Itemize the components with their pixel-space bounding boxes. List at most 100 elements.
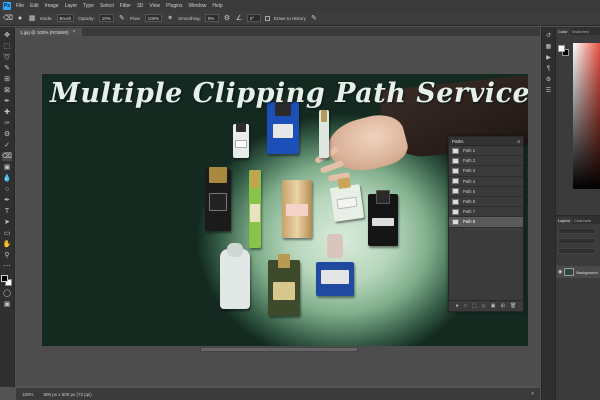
menu-help[interactable]: Help bbox=[212, 3, 222, 9]
pen-tool-icon[interactable]: ✒ bbox=[2, 196, 12, 205]
adjustments-icon[interactable]: ⚙ bbox=[546, 77, 551, 84]
menu-type[interactable]: Type bbox=[83, 3, 94, 9]
zoom-tool-icon[interactable]: ⚲ bbox=[2, 251, 12, 260]
foreground-color-swatch[interactable] bbox=[1, 275, 8, 282]
mode-select[interactable]: Brush bbox=[56, 14, 75, 22]
path-label: Path 7 bbox=[463, 209, 476, 215]
tab-layers[interactable]: Layers bbox=[556, 217, 573, 224]
add-mask-icon[interactable]: ▣ bbox=[491, 303, 496, 309]
menu-layer[interactable]: Layer bbox=[65, 3, 78, 9]
quick-mask-icon[interactable]: ◯ bbox=[2, 289, 12, 298]
brush-preset-icon[interactable]: ● bbox=[16, 14, 24, 22]
mode-label: Mode: bbox=[40, 15, 53, 21]
close-icon[interactable]: × bbox=[73, 29, 76, 35]
clone-stamp-tool-icon[interactable]: ⚙ bbox=[2, 130, 12, 139]
paragraph-icon[interactable]: ¶ bbox=[547, 66, 550, 73]
color-panel-swatches[interactable] bbox=[558, 45, 570, 57]
erase-history-checkbox[interactable] bbox=[264, 15, 270, 21]
path-item[interactable]: Path 1 bbox=[449, 146, 523, 157]
visibility-eye-icon[interactable]: ◉ bbox=[558, 269, 562, 275]
healing-brush-tool-icon[interactable]: ✚ bbox=[2, 108, 12, 117]
path-item[interactable]: Path 6 bbox=[449, 197, 523, 208]
stroke-path-icon[interactable]: ○ bbox=[464, 303, 467, 309]
screen-mode-icon[interactable]: ▣ bbox=[2, 300, 12, 309]
foreground-color-swatch[interactable] bbox=[558, 45, 565, 52]
crop-tool-icon[interactable]: ⊞ bbox=[2, 75, 12, 84]
path-item[interactable]: Path 3 bbox=[449, 166, 523, 177]
menu-image[interactable]: Image bbox=[45, 3, 59, 9]
quick-select-tool-icon[interactable]: ✎ bbox=[2, 64, 12, 73]
rectangle-tool-icon[interactable]: ▭ bbox=[2, 229, 12, 238]
hand-tool-icon[interactable]: ✋ bbox=[2, 240, 12, 249]
blend-mode-select[interactable] bbox=[558, 238, 596, 244]
path-item-selected[interactable]: Path 8 bbox=[449, 217, 523, 228]
history-brush-tool-icon[interactable]: ✓ bbox=[2, 141, 12, 150]
path-selection-tool-icon[interactable]: ➤ bbox=[2, 218, 12, 227]
menu-filter[interactable]: Filter bbox=[120, 3, 131, 9]
horizontal-scrollbar[interactable] bbox=[200, 347, 358, 352]
perfume-bottle bbox=[368, 190, 398, 246]
play-icon[interactable]: ▶ bbox=[546, 55, 551, 62]
airbrush-icon[interactable]: ✶ bbox=[166, 14, 174, 22]
menu-edit[interactable]: Edit bbox=[30, 3, 39, 9]
flow-field[interactable]: 100% bbox=[144, 14, 163, 22]
photoshop-logo-icon: Ps bbox=[3, 1, 11, 10]
fill-path-icon[interactable]: ● bbox=[456, 303, 459, 309]
eyedropper-tool-icon[interactable]: ✒ bbox=[2, 97, 12, 106]
status-arrow-icon[interactable]: > bbox=[531, 391, 534, 397]
history-icon[interactable]: ↺ bbox=[546, 33, 551, 40]
menu-file[interactable]: File bbox=[16, 3, 24, 9]
path-item[interactable]: Path 5 bbox=[449, 187, 523, 197]
path-item[interactable]: Path 7 bbox=[449, 207, 523, 218]
eraser-tool-icon[interactable]: ⌫ bbox=[2, 152, 12, 161]
dodge-tool-icon[interactable]: ○ bbox=[2, 185, 12, 194]
pressure-size-icon[interactable]: ✎ bbox=[310, 14, 318, 22]
eraser-tool-icon[interactable]: ⌫ bbox=[3, 14, 13, 22]
zoom-level[interactable]: 100% bbox=[22, 392, 34, 397]
properties-icon[interactable]: ☰ bbox=[546, 88, 551, 95]
new-path-icon[interactable]: ⊞ bbox=[501, 303, 505, 309]
smoothing-field[interactable]: 0% bbox=[204, 14, 219, 22]
gradient-tool-icon[interactable]: ▣ bbox=[2, 163, 12, 172]
type-tool-icon[interactable]: T bbox=[2, 207, 12, 216]
make-work-path-icon[interactable]: ◇ bbox=[482, 303, 486, 309]
menu-window[interactable]: Window bbox=[189, 3, 207, 9]
menu-view[interactable]: View bbox=[149, 3, 160, 9]
opacity-field[interactable]: 10% bbox=[98, 14, 114, 22]
frame-tool-icon[interactable]: ⊠ bbox=[2, 86, 12, 95]
pressure-opacity-icon[interactable]: ✎ bbox=[118, 14, 126, 22]
path-item[interactable]: Path 2 bbox=[449, 156, 523, 167]
marquee-tool-icon[interactable]: ⬚ bbox=[2, 42, 12, 51]
more-tools-icon[interactable]: ⋯ bbox=[2, 262, 12, 271]
move-tool-icon[interactable]: ✥ bbox=[2, 31, 12, 40]
color-swatches[interactable] bbox=[1, 275, 13, 287]
tab-channels[interactable]: Channels bbox=[572, 217, 593, 224]
menu-3d[interactable]: 3D bbox=[137, 3, 143, 9]
document-tab[interactable]: 1.jpg @ 100% (RGB/8#) × bbox=[16, 28, 82, 36]
layer-filter-field[interactable] bbox=[558, 228, 596, 234]
perfume-bottle bbox=[329, 177, 365, 222]
color-picker-field[interactable] bbox=[573, 43, 600, 189]
brush-settings-icon[interactable]: ▦ bbox=[28, 14, 36, 22]
smoothing-settings-icon[interactable]: ⚙ bbox=[223, 14, 231, 22]
panel-menu-icon[interactable]: ≡ bbox=[517, 139, 520, 144]
opacity-label: Opacity: bbox=[78, 15, 95, 21]
brush-tool-icon[interactable]: ✑ bbox=[2, 119, 12, 128]
angle-field[interactable]: 0° bbox=[246, 14, 261, 22]
menu-plugins[interactable]: Plugins bbox=[166, 3, 182, 9]
perfume-bottle bbox=[233, 123, 249, 158]
tools-panel: ✥ ⬚ ➰ ✎ ⊞ ⊠ ✒ ✚ ✑ ⚙ ✓ ⌫ ▣ 💧 ○ ✒ T ➤ ▭ ✋ … bbox=[0, 27, 15, 387]
trash-icon[interactable]: 🗑 bbox=[510, 303, 516, 309]
brush-settings-icon[interactable]: ▦ bbox=[546, 44, 552, 51]
tab-color[interactable]: Color bbox=[556, 28, 570, 35]
lasso-tool-icon[interactable]: ➰ bbox=[2, 53, 12, 62]
lock-controls[interactable] bbox=[558, 248, 596, 254]
path-label: Path 2 bbox=[463, 158, 476, 164]
blur-tool-icon[interactable]: 💧 bbox=[2, 174, 12, 183]
path-item[interactable]: Path 4 bbox=[449, 177, 523, 187]
right-panels: Color Swatches Layers Channels ◉ Backgro… bbox=[555, 27, 600, 400]
menu-select[interactable]: Select bbox=[100, 3, 114, 9]
layer-row[interactable]: ◉ Background bbox=[556, 266, 600, 278]
tab-swatches[interactable]: Swatches bbox=[570, 28, 591, 35]
load-selection-icon[interactable]: ⬚ bbox=[472, 303, 477, 309]
